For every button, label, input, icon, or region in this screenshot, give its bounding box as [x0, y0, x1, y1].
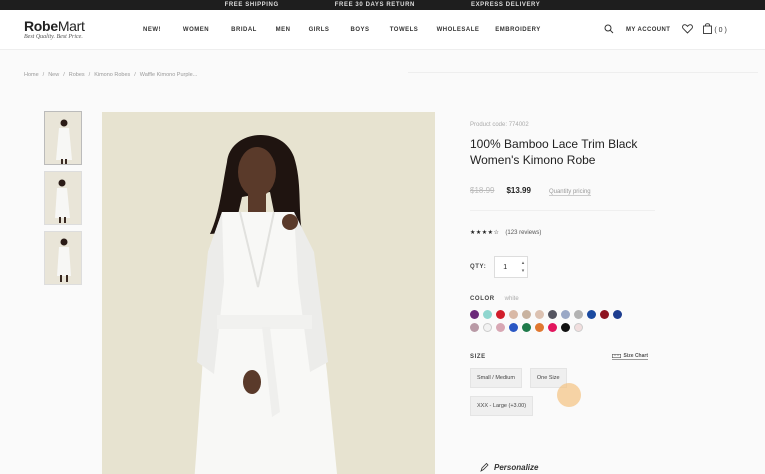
- original-price: $18.99: [470, 186, 495, 195]
- size-options: Small / Medium One Size XXX - Large (+3.…: [470, 368, 610, 416]
- size-label: SIZE: [470, 353, 486, 360]
- color-swatch[interactable]: [561, 310, 570, 319]
- divider: [408, 72, 758, 73]
- color-swatch[interactable]: [548, 323, 557, 332]
- breadcrumb-separator: /: [42, 72, 45, 78]
- quantity-stepper[interactable]: 1 ▴ ▾: [494, 256, 529, 278]
- nav-towels[interactable]: TOWELS: [380, 27, 428, 33]
- color-swatch[interactable]: [483, 310, 492, 319]
- nav-men[interactable]: MEN: [268, 27, 298, 33]
- color-label: COLOR: [470, 296, 495, 302]
- color-swatch[interactable]: [470, 310, 479, 319]
- selected-color: white: [504, 296, 519, 302]
- pen-icon: [480, 462, 489, 472]
- color-swatches: [470, 310, 760, 332]
- breadcrumb-robes[interactable]: Robes: [69, 72, 85, 78]
- breadcrumb-separator: /: [134, 72, 136, 78]
- product-info: Product code: 774002 100% Bamboo Lace Tr…: [470, 122, 760, 416]
- quantity-value[interactable]: 1: [503, 264, 507, 271]
- breadcrumb-new[interactable]: New: [48, 72, 59, 78]
- logo-word-1: Robe: [24, 18, 58, 34]
- nav-boys[interactable]: BOYS: [340, 27, 380, 33]
- color-row: COLOR white: [470, 296, 760, 302]
- breadcrumb-separator: /: [88, 72, 91, 78]
- sale-price: $13.99: [506, 186, 531, 195]
- nav-bridal[interactable]: BRIDAL: [220, 27, 268, 33]
- search-icon[interactable]: [604, 21, 614, 39]
- logo[interactable]: RobeMart Best Quality. Best Price.: [24, 19, 85, 40]
- breadcrumb-home[interactable]: Home: [24, 72, 39, 78]
- personalize-label: Personalize: [494, 462, 539, 472]
- size-option-xxx-large[interactable]: XXX - Large (+3.00): [470, 396, 534, 416]
- star-rating-icon: ★★★★☆: [470, 230, 500, 236]
- color-swatch[interactable]: [535, 310, 544, 319]
- cursor-highlight: [557, 383, 581, 407]
- site-header: RobeMart Best Quality. Best Price. NEW! …: [0, 10, 765, 50]
- breadcrumb-separator: /: [63, 72, 65, 78]
- color-swatch[interactable]: [509, 323, 518, 332]
- promo-express-delivery: EXPRESS DELIVERY: [470, 2, 541, 8]
- quantity-arrows-icon[interactable]: ▴ ▾: [522, 259, 525, 275]
- color-swatch[interactable]: [613, 310, 622, 319]
- color-swatch[interactable]: [496, 323, 505, 332]
- color-swatch[interactable]: [574, 323, 583, 332]
- nav-new[interactable]: NEW!: [132, 27, 172, 33]
- quantity-pricing-link[interactable]: Quantity pricing: [548, 189, 591, 196]
- personalize-button[interactable]: Personalize: [480, 462, 538, 472]
- color-swatch[interactable]: [600, 310, 609, 319]
- size-chart-label: Size Chart: [623, 353, 648, 359]
- promo-free-shipping: FREE SHIPPING: [224, 2, 279, 8]
- product-main-image[interactable]: [102, 112, 435, 474]
- color-swatch[interactable]: [574, 310, 583, 319]
- color-swatch[interactable]: [587, 310, 596, 319]
- my-account-link[interactable]: MY ACCOUNT: [626, 27, 670, 33]
- logo-word-2: Mart: [57, 18, 85, 34]
- color-swatch[interactable]: [535, 323, 544, 332]
- divider: [470, 210, 655, 211]
- color-swatch[interactable]: [470, 323, 479, 332]
- breadcrumb-current: Waffle Kimono Purple...: [139, 72, 198, 78]
- product-page: RobeMart Best Quality. Best Price. NEW! …: [0, 10, 765, 474]
- main-nav: NEW! WOMEN BRIDAL MEN GIRLS BOYS TOWELS …: [132, 27, 548, 33]
- nav-women[interactable]: WOMEN: [172, 27, 220, 33]
- color-swatch[interactable]: [522, 323, 531, 332]
- product-title: 100% Bamboo Lace Trim Black Women's Kimo…: [470, 137, 638, 167]
- thumbnail-1[interactable]: [44, 111, 82, 165]
- promo-bar: FREE SHIPPING FREE 30 DAYS RETURN EXPRES…: [0, 0, 765, 10]
- breadcrumb-kimono-robes[interactable]: Kimono Robes: [94, 72, 130, 78]
- size-row: SIZE Size Chart: [470, 353, 648, 360]
- quantity-label: QTY:: [470, 264, 487, 270]
- thumbnail-2[interactable]: [44, 171, 82, 225]
- quantity-row: QTY: 1 ▴ ▾: [470, 256, 760, 278]
- ruler-icon: [611, 354, 621, 358]
- header-actions: MY ACCOUNT ( 0 ): [604, 21, 727, 39]
- cart-count[interactable]: ( 0 ): [714, 27, 726, 34]
- promo-free-returns: FREE 30 DAYS RETURN: [334, 2, 415, 8]
- rating-row[interactable]: ★★★★☆ (123 reviews): [470, 229, 760, 237]
- size-option-small-medium[interactable]: Small / Medium: [470, 368, 522, 388]
- nav-embroidery[interactable]: EMBROIDERY: [488, 27, 548, 33]
- color-swatch[interactable]: [509, 310, 518, 319]
- thumbnail-3[interactable]: [44, 231, 82, 285]
- color-swatch[interactable]: [522, 310, 531, 319]
- color-swatch[interactable]: [496, 310, 505, 319]
- nav-wholesale[interactable]: WHOLESALE: [428, 27, 488, 33]
- heart-icon[interactable]: [682, 21, 694, 39]
- breadcrumb: Home / New / Robes / Kimono Robes / Waff…: [24, 72, 197, 78]
- color-swatch[interactable]: [483, 323, 492, 332]
- product-code: Product code: 774002: [470, 122, 529, 128]
- color-swatch[interactable]: [548, 310, 557, 319]
- logo-tagline: Best Quality. Best Price.: [24, 34, 83, 40]
- price-row: $18.99 $13.99 Quantity pricing: [470, 186, 760, 196]
- cart-icon[interactable]: [703, 21, 713, 39]
- size-chart-link[interactable]: Size Chart: [611, 353, 648, 360]
- review-count[interactable]: (123 reviews): [505, 230, 541, 236]
- color-swatch[interactable]: [561, 323, 570, 332]
- nav-girls[interactable]: GIRLS: [298, 27, 340, 33]
